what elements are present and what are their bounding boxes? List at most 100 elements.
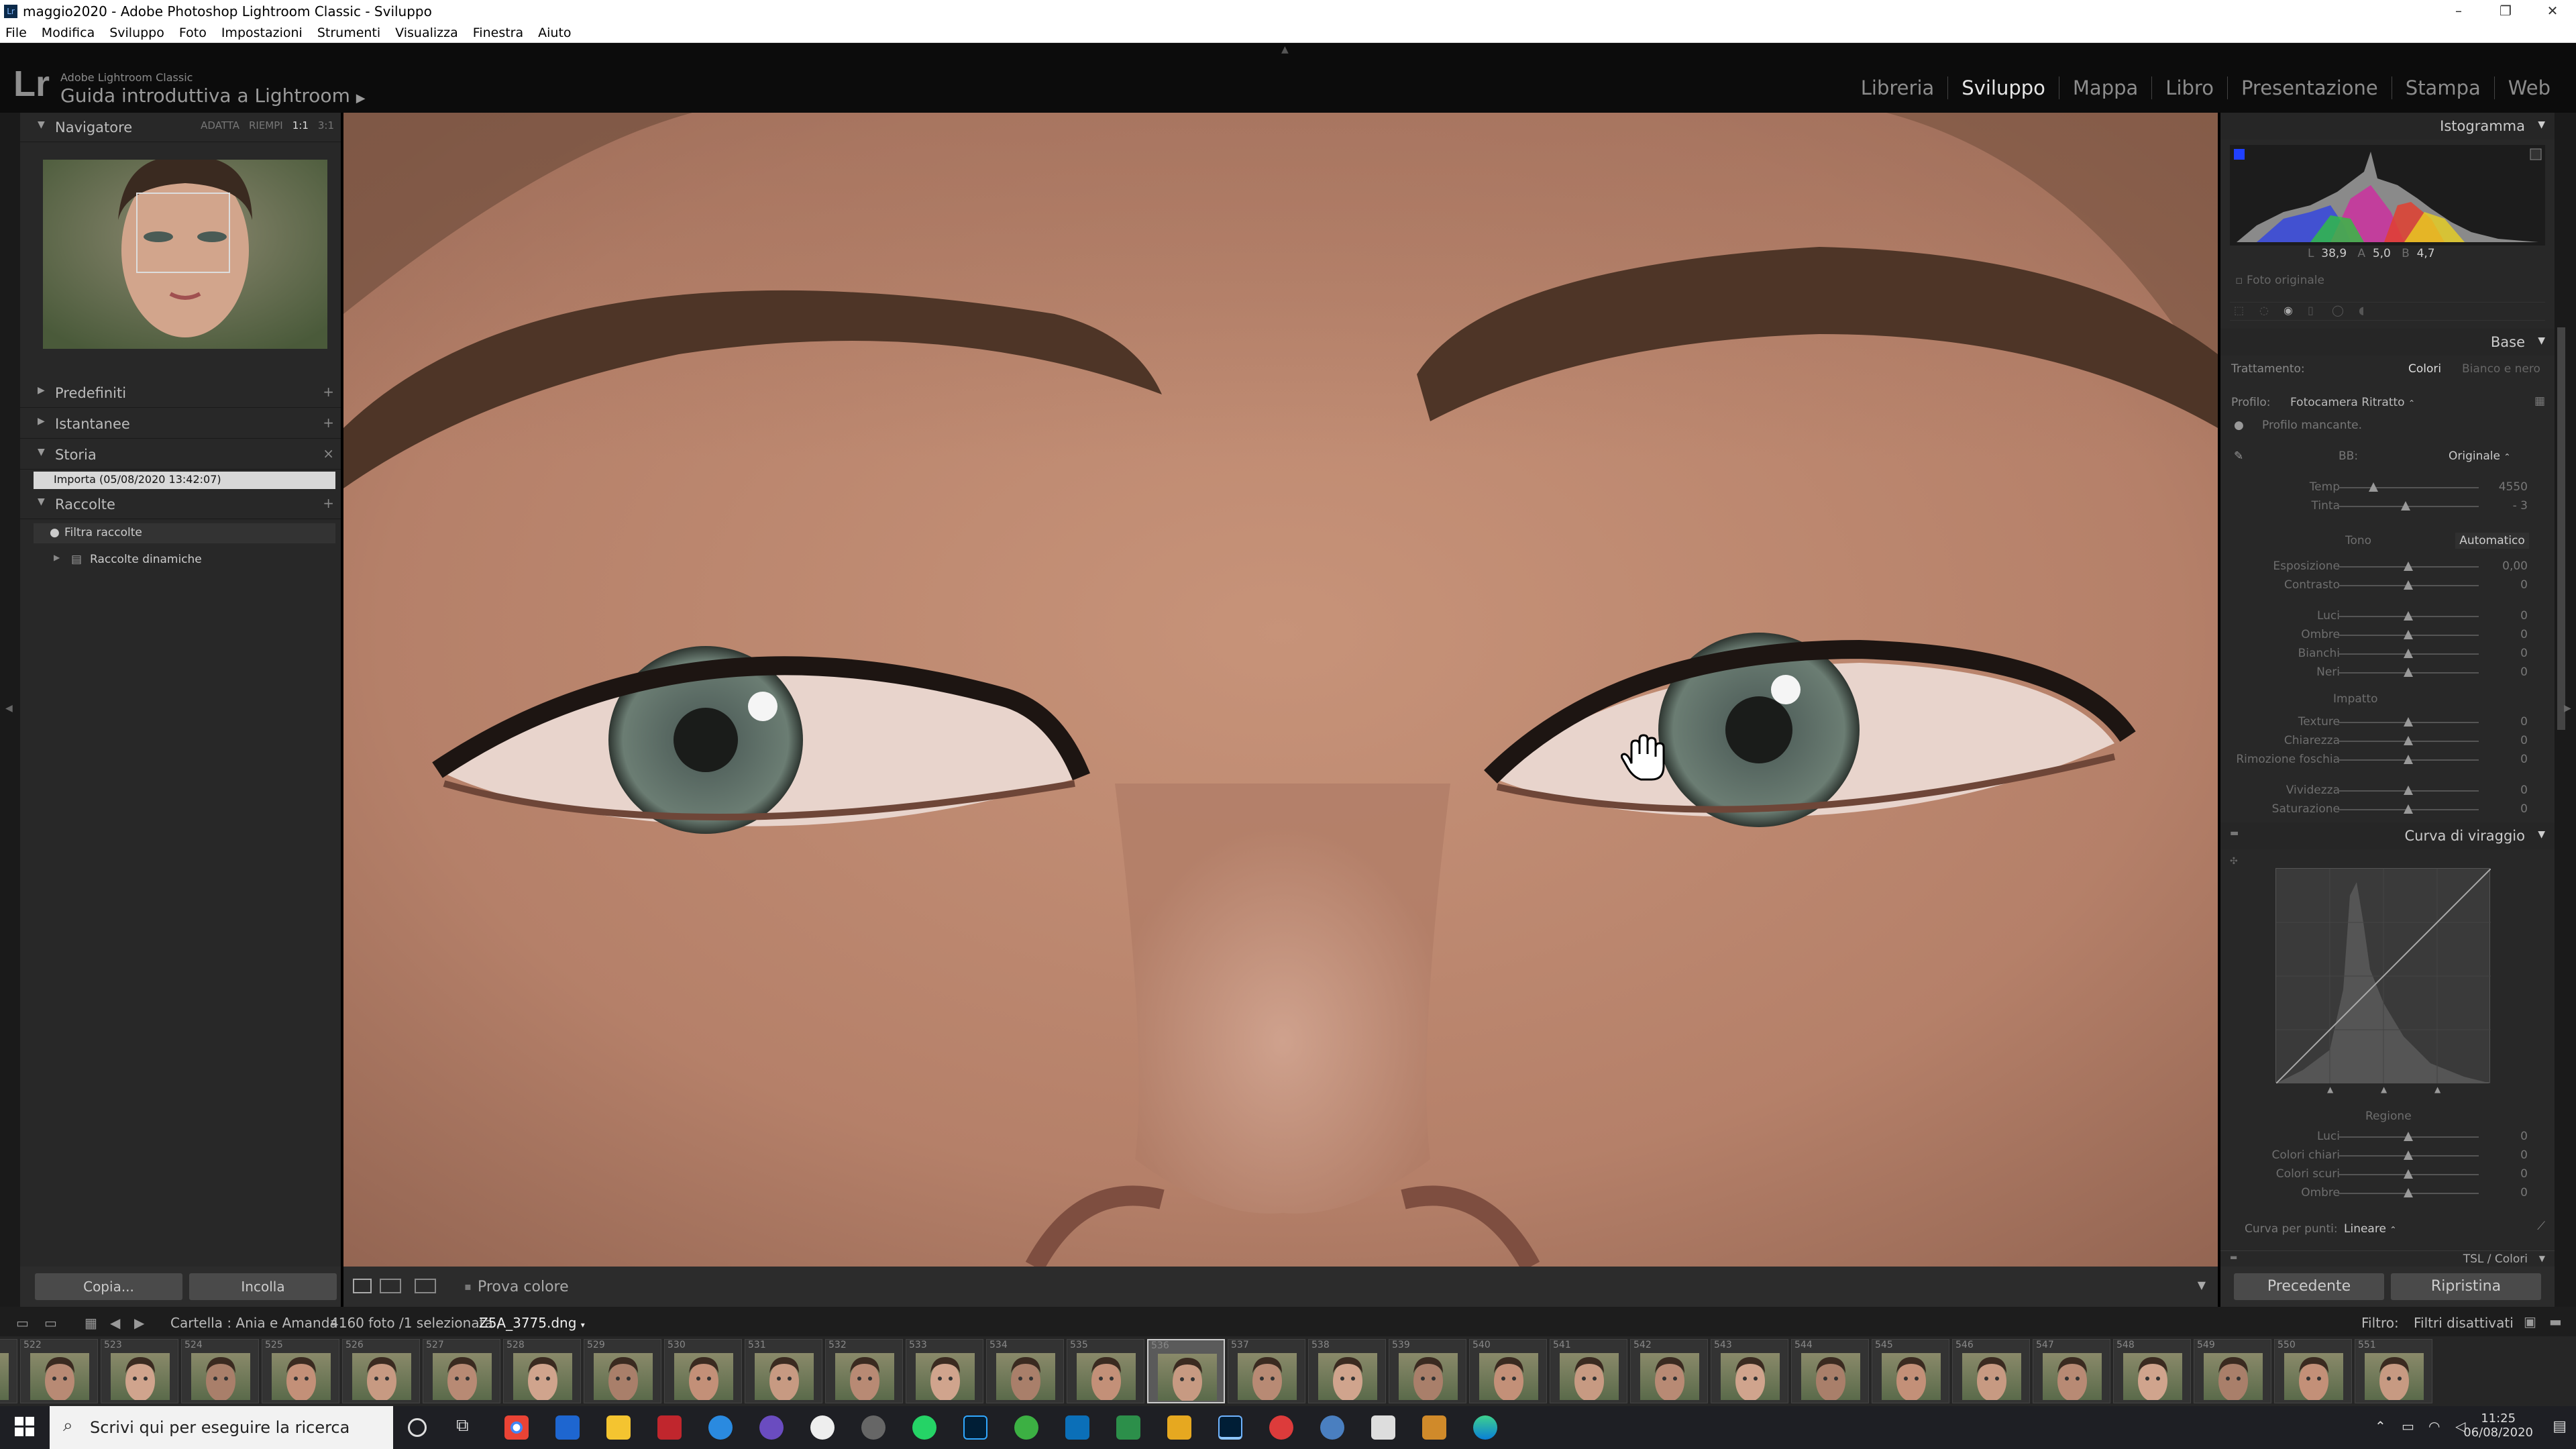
grid-icon[interactable]: ▦ (85, 1315, 97, 1331)
slider-colori-chiari[interactable]: Colori chiari 0 (2220, 1147, 2555, 1166)
slider-knob[interactable] (2404, 717, 2413, 727)
split-knob-3[interactable]: ▲ (2434, 1085, 2440, 1094)
slider-knob[interactable] (2404, 561, 2413, 571)
left-panel-edge[interactable]: ◀ (0, 113, 20, 1307)
filmstrip-thumbnail[interactable]: 524 (181, 1339, 259, 1403)
filmstrip-thumbnail[interactable]: 523 (101, 1339, 178, 1403)
split-knob-1[interactable]: ▲ (2327, 1085, 2333, 1094)
module-libreria[interactable]: Libreria (1847, 76, 1949, 99)
spot-removal-icon[interactable]: ◌ (2259, 304, 2269, 317)
tone-curve-graph[interactable]: ▲ ▲ ▲ (2275, 868, 2491, 1094)
filmstrip-thumbnail[interactable]: 548 (2113, 1339, 2191, 1403)
chrome-icon[interactable] (504, 1415, 529, 1440)
nav-fill[interactable]: RIEMPI (249, 119, 283, 131)
right-panel-edge[interactable]: ▶ (2555, 113, 2576, 1307)
taskbar-search-box[interactable]: ⌕ Scrivi qui per eseguire la ricerca (50, 1406, 393, 1449)
toolbar-menu-icon[interactable]: ▼ (2198, 1279, 2206, 1291)
menu-foto[interactable]: Foto (179, 25, 207, 40)
app-icon-4[interactable] (1116, 1415, 1140, 1440)
ie-icon[interactable] (708, 1415, 733, 1440)
task-view-icon[interactable]: ⧉ (456, 1415, 480, 1440)
filmstrip-thumbnail[interactable]: 536 (1147, 1339, 1225, 1403)
filmstrip-thumbnail[interactable]: 541 (1550, 1339, 1627, 1403)
menu-aiuto[interactable]: Aiuto (538, 25, 571, 40)
reset-button[interactable]: Ripristina (2391, 1273, 2541, 1300)
tone-curve-header[interactable]: ▬ Curva di viraggio ▼ (2220, 822, 2555, 849)
slider-ombre[interactable]: Ombre 0 (2220, 627, 2555, 645)
filter-toggle-icon[interactable]: ▣ (2524, 1313, 2536, 1330)
slider-contrasto[interactable]: Contrasto 0 (2220, 577, 2555, 596)
slider-texture[interactable]: Texture 0 (2220, 714, 2555, 733)
filmstrip-thumbnail[interactable]: 538 (1308, 1339, 1386, 1403)
slider-bianchi[interactable]: Bianchi 0 (2220, 645, 2555, 664)
filmstrip-thumbnail[interactable]: 525 (262, 1339, 339, 1403)
edge-icon[interactable] (1473, 1415, 1497, 1440)
filmstrip-thumbnail[interactable]: 526 (342, 1339, 420, 1403)
module-stampa[interactable]: Stampa (2392, 76, 2495, 99)
graduated-filter-icon[interactable]: ▯ (2308, 304, 2314, 317)
add-collection-icon[interactable]: + (323, 495, 334, 511)
slider-knob[interactable] (2404, 649, 2413, 658)
slider-knob[interactable] (2404, 736, 2413, 745)
menu-sviluppo[interactable]: Sviluppo (109, 25, 164, 40)
before-after-icon[interactable] (380, 1279, 401, 1293)
filter-collections-input[interactable]: ● Filtra raccolte (34, 523, 335, 543)
sync-icon[interactable] (1014, 1415, 1038, 1440)
slider-chiarezza[interactable]: Chiarezza 0 (2220, 733, 2555, 751)
filmstrip-thumbnail[interactable]: 533 (906, 1339, 983, 1403)
presets-header[interactable]: ▶ Predefiniti + (20, 378, 341, 408)
hsl-header[interactable]: ▬ TSL / Colori ▼ (2220, 1250, 2555, 1267)
filmstrip-thumbnail[interactable]: 547 (2033, 1339, 2110, 1403)
soft-proof-checkbox[interactable]: ▪ (464, 1280, 472, 1293)
panel-toggle-icon[interactable]: ▬ (2230, 828, 2239, 839)
slider-ombre[interactable]: Ombre 0 (2220, 1185, 2555, 1203)
right-panel-scrollbar[interactable] (2557, 327, 2565, 730)
slider-rimozione-foschia[interactable]: Rimozione foschia 0 (2220, 751, 2555, 770)
slider-knob[interactable] (2404, 755, 2413, 764)
file-explorer-icon[interactable] (606, 1415, 631, 1440)
slider-knob[interactable] (2404, 1150, 2413, 1160)
menu-finestra[interactable]: Finestra (473, 25, 523, 40)
edit-point-curve-icon[interactable]: ⟋ (2537, 1220, 2545, 1233)
original-photo-checkbox[interactable]: ▫ Foto originale (2235, 274, 2324, 287)
module-libro[interactable]: Libro (2152, 76, 2228, 99)
filter-dropdown[interactable]: Filtri disattivati (2414, 1315, 2514, 1331)
screen-1-icon[interactable]: ▭ (16, 1315, 29, 1331)
app-icon-9[interactable] (1422, 1415, 1446, 1440)
filmstrip-thumbnail[interactable]: 551 (2355, 1339, 2432, 1403)
red-eye-icon[interactable]: ◉ (2284, 304, 2293, 317)
slider-knob[interactable] (2404, 1169, 2413, 1179)
filmstrip-thumbnail[interactable]: 527 (423, 1339, 500, 1403)
forward-arrow-icon[interactable]: ▶ (134, 1315, 144, 1331)
slider-knob[interactable] (2400, 501, 2410, 511)
filmstrip-thumbnail[interactable]: 521 (0, 1339, 17, 1403)
back-arrow-icon[interactable]: ◀ (110, 1315, 120, 1331)
crop-icon[interactable]: ⬚ (2234, 304, 2244, 317)
filename-dropdown[interactable]: Z5A_3775.dng ▾ (479, 1315, 585, 1331)
app-icon-3[interactable] (1065, 1415, 1089, 1440)
filmstrip-thumbnail[interactable]: 544 (1791, 1339, 1869, 1403)
windows-start-icon[interactable] (15, 1417, 35, 1437)
history-header[interactable]: ▼ Storia × (20, 440, 341, 470)
menu-file[interactable]: File (5, 25, 27, 40)
slider-knob[interactable] (2368, 482, 2378, 492)
loupe-view-icon[interactable] (353, 1279, 372, 1293)
treatment-bw-option[interactable]: Bianco e nero (2462, 362, 2540, 376)
module-sviluppo[interactable]: Sviluppo (1948, 76, 2059, 99)
histogram-header[interactable]: Istogramma ▼ (2220, 113, 2555, 140)
split-knob-2[interactable]: ▲ (2381, 1085, 2387, 1094)
treatment-color-option[interactable]: Colori (2408, 362, 2441, 376)
app-icon-1[interactable] (759, 1415, 784, 1440)
base-header[interactable]: Base ▼ (2220, 329, 2555, 356)
filmstrip-thumbnail[interactable]: 535 (1067, 1339, 1144, 1403)
slider-knob[interactable] (2404, 630, 2413, 639)
clear-history-icon[interactable]: × (323, 445, 334, 462)
radial-filter-icon[interactable]: ◯ (2332, 304, 2344, 317)
filmstrip-thumbnail[interactable]: 550 (2274, 1339, 2352, 1403)
wb-dropdown[interactable]: Originale ⌃ (2449, 449, 2510, 463)
lightroom-icon[interactable] (1218, 1415, 1242, 1440)
add-preset-icon[interactable]: + (323, 384, 334, 400)
nav-fit[interactable]: ADATTA (201, 119, 239, 131)
menu-visualizza[interactable]: Visualizza (395, 25, 458, 40)
nav-3-1[interactable]: 3:1 (318, 119, 334, 131)
